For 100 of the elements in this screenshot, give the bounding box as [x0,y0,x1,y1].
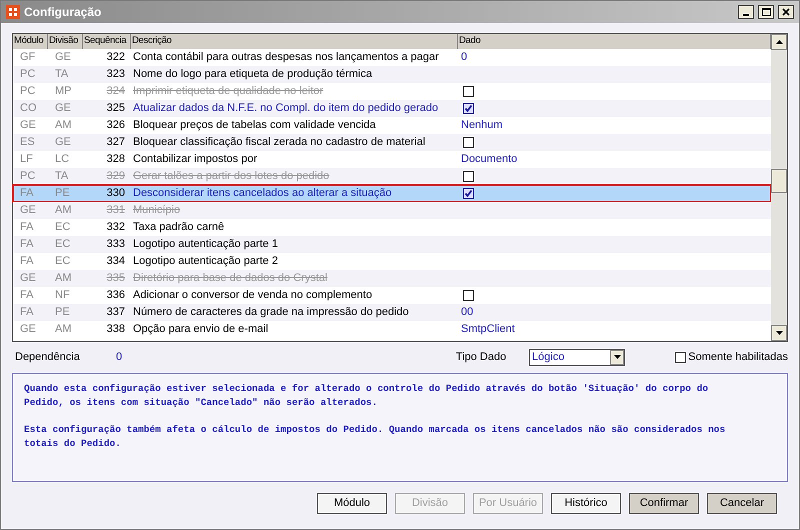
table-cell-text: FA [19,254,34,270]
close-icon [782,8,790,16]
table-row[interactable]: FA EC 333 Logotipo autenticação parte 1 [13,236,771,253]
scroll-up-button[interactable] [771,34,787,50]
table-row[interactable]: ES GE 327 Bloquear classificação fiscal zerada no cadastro de material [13,134,771,151]
table-cell-text: TA [54,67,68,82]
table-cell-text: GE [19,271,36,286]
table-row[interactable]: PC TA 323 Nome do logo para etiqueta de produção térmica [13,66,771,83]
dialog-button[interactable]: Confirmar [629,493,699,514]
checkbox[interactable] [463,290,474,301]
table-cell-text: EC [54,254,70,270]
enabled-only-checkbox[interactable]: Somente habilitadas [675,348,788,366]
table-cell-text: Imprimir etiqueta de qualidade no leitor [133,84,324,100]
table-cell-text: GE [19,322,36,338]
table-cell-text: Bloquear preços de tabelas com validade vencida [133,118,376,134]
table-cell-text: 325 [106,101,126,116]
table-cell-text: GE [54,50,71,66]
up-arrow-icon [776,40,782,44]
checkbox[interactable] [463,137,474,148]
table-cell-text: PC [19,169,36,184]
table-cell-text: Desconsiderar itens cancelados ao alterar a situação [133,186,392,202]
scroll-down-button[interactable] [771,325,787,341]
table-cell-text: GE [54,135,71,150]
table-row[interactable]: FA PE 330 Desconsiderar itens cancelados ao alterar a situação [13,185,771,202]
scrollbar[interactable] [771,34,787,341]
dependency-value: 0 [116,350,124,365]
table-cell-text: 324 [106,84,126,100]
table-cell-text: Bloquear classificação fiscal zerada no cadastro de material [133,135,426,150]
table-cell-text: 329 [106,169,126,184]
table-cell-text: Município [133,203,180,218]
table-cell-text: Atualizar dados da N.F.E. no Compl. do item do pedido gerado [133,101,438,116]
dialog-button[interactable]: Cancelar [707,493,777,514]
data-type-label: Tipo Dado [456,350,508,365]
table-cell-text: ES [19,135,35,150]
table-cell-text: GE [54,101,71,116]
table-cell-text: 337 [106,305,126,320]
table-cell-text: CO [19,101,36,116]
table-cell-text: GE [19,203,36,218]
table-cell-text: Contabilizar impostos por [133,152,258,168]
table-cell-text: FA [19,288,34,304]
close-button[interactable] [778,5,794,19]
table-cell-text: FA [19,237,34,252]
table-cell-text: 0 [461,50,468,66]
table-cell-text: AM [54,203,72,218]
table-cell-text: 330 [106,186,126,202]
table-cell-text: PC [19,84,36,100]
table-cell-text: PE [54,305,70,320]
table-cell-text: 328 [106,152,126,168]
table-cell-text: Gerar talões a partir dos lotes do pedido [133,169,330,184]
table-cell-text: 338 [106,322,126,338]
dialog-button[interactable]: Módulo [317,493,387,514]
app-icon [6,5,20,19]
dialog-button[interactable]: Histórico [551,493,621,514]
table-cell-text: LF [19,152,33,168]
help-paragraph: Quando esta configuração estiver selecionada e for alterado o controle do Pedido através do botão 'Situação' do corpo do Pedido, os itens com situação "Cancelado" não serão alterados. [24,382,710,410]
maximize-button[interactable] [758,5,774,19]
help-paragraph: Esta configuração também afeta o cálculo de impostos do Pedido. Quando marcada os itens cancelados não são considerados nos totais do Pedido. [24,423,726,451]
table-cell-text: 323 [106,67,126,82]
scroll-thumb[interactable] [771,169,787,193]
table-cell-text: FA [19,186,34,202]
table-cell-text: Nenhum [461,118,503,134]
table-cell-text: EC [54,220,70,236]
table-cell-text: Opção para envio de e-mail [133,322,268,338]
table-cell-text: 331 [106,203,126,218]
table-cell-text: 326 [106,118,126,134]
table-cell-text: 334 [106,254,126,270]
table-cell-text: Conta contábil para outras despesas nos lançamentos a pagar [133,50,439,66]
table-cell-text: GF [19,50,36,66]
checkbox[interactable] [463,188,474,199]
table-cell-text: Documento [461,152,518,168]
table-cell-text: 333 [106,237,126,252]
table-cell-text: MP [54,84,72,100]
table-cell-text: PC [19,67,36,82]
table-cell-text: FA [19,220,34,236]
table-cell-text: 335 [106,271,126,286]
window-title: Configuração [24,4,102,21]
table-cell-text: AM [54,271,72,286]
down-arrow-icon [776,331,782,335]
table-row[interactable]: CO GE 325 Atualizar dados da N.F.E. no Compl. do item do pedido gerado [13,100,771,117]
table-cell-text: Adicionar o conversor de venda no complemento [133,288,372,304]
table-cell-text: TA [54,169,68,184]
checkbox[interactable] [463,103,474,114]
table-cell-text: 332 [106,220,126,236]
table-cell-text: Diretório para base de dados do Crystal [133,271,328,286]
table-cell-text: 00 [461,305,474,320]
table-cell-text: 336 [106,288,126,304]
data-type-dropdown[interactable]: Lógico [529,348,626,366]
table-row[interactable]: FA PE 337 Número de caracteres da grade na impressão do pedido 00 [13,304,771,321]
table-cell-text: Logotipo autenticação parte 1 [133,237,278,252]
table-cell-text: 327 [106,135,126,150]
table-cell-text: Nome do logo para etiqueta de produção térmica [133,67,372,82]
minimize-button[interactable] [738,5,754,19]
table-cell-text: EC [54,237,70,252]
table-cell-text: Logotipo autenticação parte 2 [133,254,278,270]
table-cell-text: 322 [106,50,126,66]
table-cell-text: NF [54,288,70,304]
table-cell-text: Número de caracteres da grade na impressão do pedido [133,305,409,320]
table-cell-text: SmtpClient [461,322,515,338]
table-cell-text: LC [54,152,70,168]
down-arrow-icon [614,355,621,359]
